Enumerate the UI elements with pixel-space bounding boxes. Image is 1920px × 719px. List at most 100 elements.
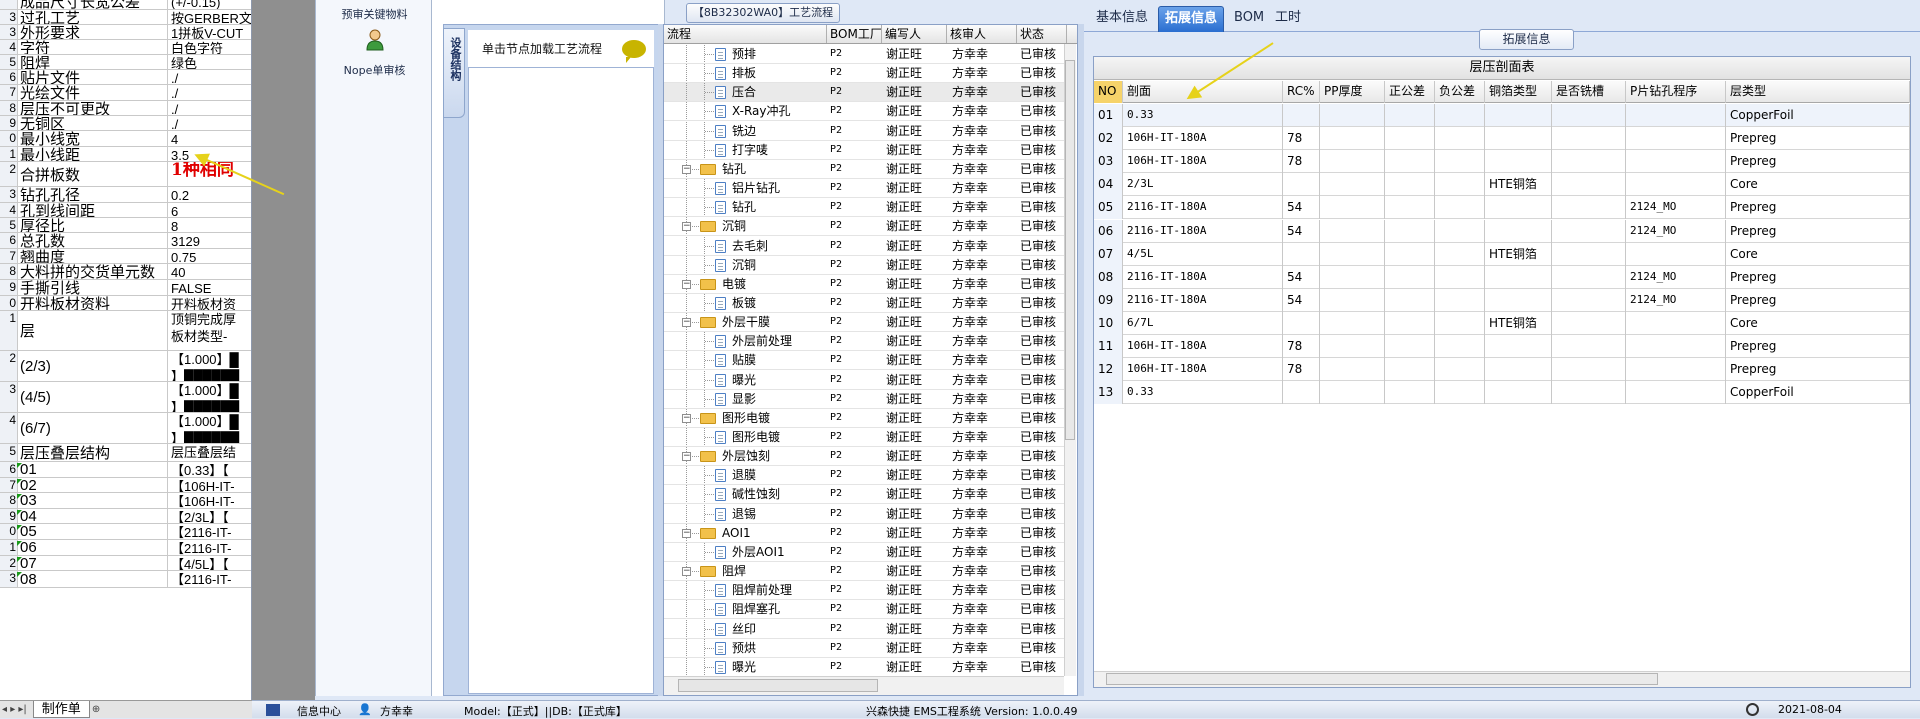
lamination-cell[interactable]	[1485, 219, 1552, 243]
flow-row[interactable]: − 外层蚀刻 P2 谢正旺 方幸幸 已审核	[664, 447, 1064, 467]
flow-horizontal-scroll-thumb[interactable]	[678, 679, 878, 692]
sheet-cell-value[interactable]: 开料板材资	[168, 296, 251, 310]
lamination-row[interactable]: 08 2116-IT-180A 54 2124_MO Prepreg	[1094, 265, 1910, 289]
lamination-cell[interactable]: 106H-IT-180A	[1123, 150, 1283, 174]
sheet-cell-label[interactable]: 总孔数	[18, 233, 168, 248]
lamination-cell[interactable]: HTE铜箔	[1485, 311, 1552, 335]
lamination-cell[interactable]: 4/5L	[1123, 242, 1283, 266]
lamination-cell[interactable]	[1552, 242, 1626, 266]
lamination-header-cell[interactable]: PP厚度	[1320, 81, 1385, 103]
lamination-cell[interactable]	[1320, 196, 1385, 220]
sheet-cell-value[interactable]: 3.5	[168, 147, 251, 161]
lamination-cell[interactable]	[1435, 127, 1485, 151]
lamination-cell[interactable]	[1552, 288, 1626, 312]
lamination-cell[interactable]: Prepreg	[1726, 288, 1910, 312]
lamination-cell[interactable]: 08	[1094, 265, 1123, 289]
lamination-cell[interactable]	[1626, 173, 1726, 197]
sheet-cell-value[interactable]: FALSE	[168, 280, 251, 295]
lamination-cell[interactable]: 0.33	[1123, 381, 1283, 405]
sheet-cell-value[interactable]: 层压叠层结	[168, 444, 251, 461]
flow-header-bom[interactable]: BOM工厂	[827, 25, 882, 43]
lamination-cell[interactable]	[1385, 311, 1435, 335]
lamination-cell[interactable]: 54	[1283, 219, 1320, 243]
sheet-cell-label[interactable]: 08	[18, 571, 168, 587]
lamination-cell[interactable]: 09	[1094, 288, 1123, 312]
lamination-cell[interactable]	[1435, 381, 1485, 405]
sheet-cell-value[interactable]: 【2/3L】【	[168, 509, 251, 523]
lamination-header-cell[interactable]: P片钻孔程序	[1626, 81, 1726, 103]
flow-row[interactable]: − 电镀 P2 谢正旺 方幸幸 已审核	[664, 274, 1064, 294]
sheet-cell-value[interactable]: 1拼板V-CUT	[168, 25, 251, 39]
lamination-cell[interactable]: Prepreg	[1726, 358, 1910, 382]
flow-row[interactable]: 钻孔 P2 谢正旺 方幸幸 已审核	[664, 198, 1064, 218]
sheet-cell-value[interactable]: 绿色	[168, 55, 251, 69]
sheet-cell-label[interactable]: 大料拼的交货单元数	[18, 264, 168, 279]
sheet-cell-value[interactable]: ./	[168, 85, 251, 100]
lamination-cell[interactable]	[1626, 358, 1726, 382]
lamination-cell[interactable]: 05	[1094, 196, 1123, 220]
pre-audit-materials-label[interactable]: 预审关键物料	[316, 6, 433, 22]
lamination-cell[interactable]: Prepreg	[1726, 127, 1910, 151]
lamination-cell[interactable]: 54	[1283, 265, 1320, 289]
lamination-cell[interactable]	[1552, 381, 1626, 405]
lamination-header-cell[interactable]: RC%	[1283, 81, 1320, 103]
flow-row[interactable]: − 沉铜 P2 谢正旺 方幸幸 已审核	[664, 217, 1064, 237]
sheet-cell-value[interactable]: (+/-0.15)	[168, 0, 251, 9]
lamination-row[interactable]: 04 2/3L HTE铜箔 Core	[1094, 173, 1910, 197]
sheet-cell-label[interactable]: 过孔工艺	[18, 10, 168, 24]
info-center-icon[interactable]	[266, 704, 280, 716]
lamination-header-cell[interactable]: 是否铣槽	[1552, 81, 1626, 103]
lamination-cell[interactable]	[1320, 242, 1385, 266]
lamination-cell[interactable]: 2124_MO	[1626, 288, 1726, 312]
lamination-cell[interactable]	[1485, 150, 1552, 174]
sheet-cell-label[interactable]: 层压不可更改	[18, 101, 168, 115]
lamination-cell[interactable]: 106H-IT-180A	[1123, 358, 1283, 382]
sheet-cell-label[interactable]: 手撕引线	[18, 280, 168, 295]
lamination-cell[interactable]: Core	[1726, 311, 1910, 335]
sheet-cell-label[interactable]: 03	[18, 493, 168, 508]
sheet-cell-label[interactable]: 无铜区	[18, 116, 168, 130]
sheet-cell-value[interactable]: 0.75	[168, 249, 251, 263]
lamination-cell[interactable]	[1385, 150, 1435, 174]
flow-row[interactable]: 退膜 P2 谢正旺 方幸幸 已审核	[664, 466, 1064, 486]
lamination-cell[interactable]	[1320, 311, 1385, 335]
lamination-cell[interactable]	[1552, 335, 1626, 358]
flow-row[interactable]: 打字唛 P2 谢正旺 方幸幸 已审核	[664, 140, 1064, 160]
lamination-row[interactable]: 10 6/7L HTE铜箔 Core	[1094, 311, 1910, 335]
flow-row[interactable]: 排板 P2 谢正旺 方幸幸 已审核	[664, 64, 1064, 84]
lamination-cell[interactable]: 2/3L	[1123, 173, 1283, 197]
lamination-row[interactable]: 12 106H-IT-180A 78 Prepreg	[1094, 358, 1910, 382]
lamination-header-cell[interactable]: 铜箔类型	[1485, 81, 1552, 103]
lamination-cell[interactable]	[1385, 335, 1435, 358]
lamination-row[interactable]: 11 106H-IT-180A 78 Prepreg	[1094, 335, 1910, 358]
lamination-cell[interactable]	[1435, 265, 1485, 289]
lamination-cell[interactable]	[1552, 173, 1626, 197]
flow-vertical-scroll-thumb[interactable]	[1065, 60, 1075, 440]
sheet-cell-value[interactable]: 40	[168, 264, 251, 279]
sheet-cell-label[interactable]: 最小线宽	[18, 131, 168, 146]
sheet-cell-label[interactable]: 钻孔孔径	[18, 187, 168, 202]
lamination-cell[interactable]	[1320, 150, 1385, 174]
flow-row[interactable]: 沉铜 P2 谢正旺 方幸幸 已审核	[664, 255, 1064, 275]
lamination-cell[interactable]	[1485, 104, 1552, 127]
lamination-cell[interactable]	[1435, 150, 1485, 174]
lamination-cell[interactable]	[1485, 358, 1552, 382]
lamination-cell[interactable]	[1435, 358, 1485, 382]
lamination-cell[interactable]: 0.33	[1123, 104, 1283, 127]
lamination-cell[interactable]	[1385, 288, 1435, 312]
lamination-cell[interactable]	[1283, 173, 1320, 197]
sheet-cell-value[interactable]: 0.2	[168, 187, 251, 202]
lamination-cell[interactable]	[1283, 311, 1320, 335]
lamination-cell[interactable]	[1485, 127, 1552, 151]
sheet-cell-value[interactable]: 【2116-IT-	[168, 571, 251, 587]
sheet-cell-value[interactable]: 6	[168, 203, 251, 217]
flow-row[interactable]: 退锡 P2 谢正旺 方幸幸 已审核	[664, 504, 1064, 524]
lamination-cell[interactable]	[1320, 358, 1385, 382]
flow-row[interactable]: 阻焊塞孔 P2 谢正旺 方幸幸 已审核	[664, 600, 1064, 620]
lamination-cell[interactable]: 06	[1094, 219, 1123, 243]
lamination-cell[interactable]: 10	[1094, 311, 1123, 335]
sheet-cell-label[interactable]: 最小线距	[18, 147, 168, 161]
lamination-cell[interactable]	[1385, 381, 1435, 405]
flow-row[interactable]: − 阻焊 P2 谢正旺 方幸幸 已审核	[664, 562, 1064, 582]
sheet-cell-label[interactable]: 05	[18, 524, 168, 539]
